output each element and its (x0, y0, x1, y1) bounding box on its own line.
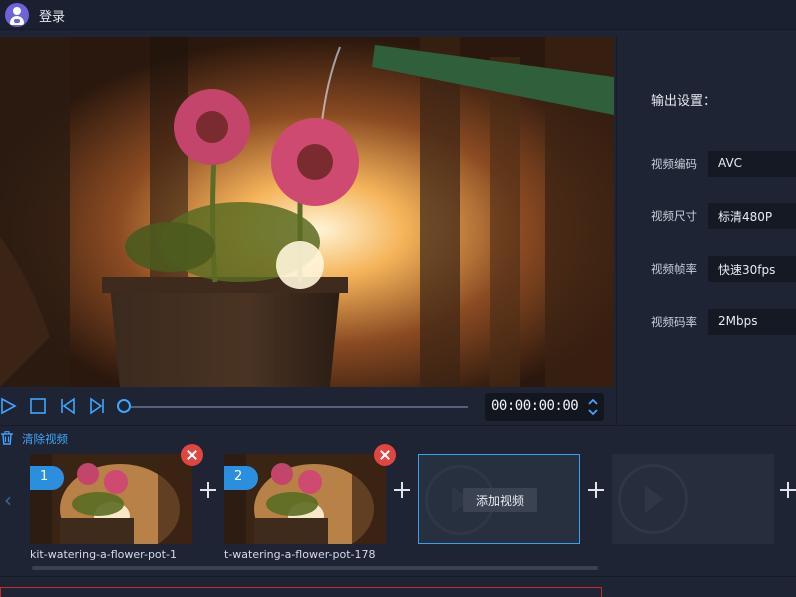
app-window: 登录 00:00:00:00 输出设置： 视频编码 AVC 视频尺寸 标清480… (0, 0, 796, 597)
chevron-left-icon[interactable]: ‹ (4, 488, 12, 512)
clip-strip: ‹ 1 kit-watering-a-flower-pot-1 2 t-wate… (0, 444, 796, 576)
clip-filename: kit-watering-a-flower-pot-1 (30, 548, 177, 561)
timecode-field[interactable]: 00:00:00:00 (485, 393, 604, 421)
player-controls: 00:00:00:00 (0, 389, 614, 425)
remove-clip-icon[interactable] (181, 444, 203, 466)
setting-row-framerate: 视频帧率 快速30fps (651, 256, 796, 282)
timecode-value: 00:00:00:00 (491, 398, 579, 414)
setting-label: 视频尺寸 (651, 209, 697, 223)
output-settings-title: 输出设置： (651, 94, 717, 109)
clip-thumbnail[interactable]: 1 (30, 454, 192, 544)
video-preview[interactable] (0, 37, 614, 387)
setting-row-size: 视频尺寸 标清480P (651, 203, 796, 229)
framerate-select[interactable]: 快速30fps (708, 256, 796, 282)
previous-frame-icon[interactable] (59, 397, 77, 415)
insert-clip-plus-icon[interactable] (778, 480, 796, 500)
highlighted-region (0, 587, 602, 597)
trash-icon (1, 431, 13, 445)
clear-videos-label: 清除视频 (22, 432, 68, 446)
clip-strip-scrollbar[interactable] (32, 566, 598, 570)
divider (0, 576, 796, 577)
progress-handle[interactable] (117, 399, 131, 413)
timecode-stepper-icon[interactable] (587, 397, 599, 417)
clip-thumbnail[interactable]: 2 (224, 454, 386, 544)
progress-track[interactable] (124, 406, 468, 408)
setting-label: 视频码率 (651, 315, 697, 329)
stop-icon[interactable] (29, 397, 47, 415)
codec-select[interactable]: AVC (708, 151, 796, 177)
preview-frame-image (0, 37, 614, 387)
remove-clip-icon[interactable] (374, 444, 396, 466)
clip-filename: t-watering-a-flower-pot-178 (224, 548, 376, 561)
play-icon[interactable] (0, 397, 18, 415)
user-avatar-icon[interactable] (5, 3, 29, 27)
output-settings-panel: 输出设置： 视频编码 AVC 视频尺寸 标清480P 视频帧率 快速30fps … (616, 37, 796, 425)
bitrate-select[interactable]: 2Mbps (708, 309, 796, 335)
insert-clip-plus-icon[interactable] (198, 480, 218, 500)
setting-label: 视频帧率 (651, 262, 697, 276)
add-video-slot[interactable]: 添加视频 (418, 454, 580, 544)
clip-index-badge: 2 (224, 466, 258, 490)
login-link[interactable]: 登录 (39, 6, 65, 25)
setting-label: 视频编码 (651, 157, 697, 171)
title-bar: 登录 (0, 0, 796, 30)
divider (0, 425, 796, 426)
setting-row-bitrate: 视频码率 2Mbps (651, 309, 796, 335)
clip-index-badge: 1 (30, 466, 64, 490)
insert-clip-plus-icon[interactable] (392, 480, 412, 500)
video-placeholder-icon (618, 464, 688, 534)
next-frame-icon[interactable] (88, 397, 106, 415)
size-select[interactable]: 标清480P (708, 203, 796, 229)
insert-clip-plus-icon[interactable] (586, 480, 606, 500)
setting-row-codec: 视频编码 AVC (651, 151, 796, 177)
empty-clip-slot[interactable] (612, 454, 774, 544)
add-video-button[interactable]: 添加视频 (463, 488, 537, 512)
